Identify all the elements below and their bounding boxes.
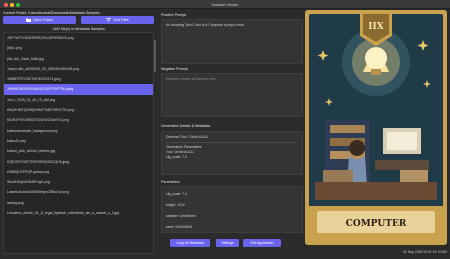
file-list-item[interactable]: jthe_the_Giant_Killer.jpg bbox=[4, 54, 153, 64]
generation-cfg-text: cfg_scale: 7.0 bbox=[166, 155, 187, 159]
file-list-item[interactable]: LaserbuB.amku0000kbhyoOR6uiCar.png bbox=[4, 187, 153, 197]
image-preview: IIX COMPUTER bbox=[305, 10, 447, 245]
param-row: height: 1216 bbox=[166, 203, 185, 207]
parameters-box[interactable]: cfg_scale: 7.0 height: 1216 sampler: Und… bbox=[161, 186, 303, 233]
folder-icon bbox=[26, 18, 31, 22]
file-list-item[interactable]: JW6BTRTOJSE7WYE0Z1NT1.jpeg bbox=[4, 74, 153, 84]
file-list-item[interactable]: K6QHHMTQKBQWHMYTNB7XRKCTKI.png bbox=[4, 105, 153, 115]
file-list-item[interactable]: KQEJE9TGBTTE0F05F6Q0DCQHS.jpeg bbox=[4, 157, 153, 167]
generation-details-box[interactable]: Detected Tool: Civitai AI1111 Generation… bbox=[161, 131, 303, 175]
divider bbox=[166, 142, 298, 143]
negative-prompt-label: Negative Prompt bbox=[161, 67, 188, 71]
file-list-item[interactable]: Joseyt.uffa_a0000015_03_2500161590185.pn… bbox=[4, 64, 153, 74]
param-row: sampler: Undefined bbox=[166, 214, 196, 218]
generation-details-label: Generation Details & Metadata bbox=[161, 124, 211, 128]
file-list-item[interactable]: lasring.png bbox=[4, 198, 153, 208]
sort-files-label: Sort Files bbox=[113, 18, 129, 22]
card-numeral: IIX bbox=[368, 22, 383, 32]
file-list[interactable]: JDFYWTYOZ6E9P6RQHU43PHR8D25.png jt0yt1.pn… bbox=[3, 32, 154, 254]
negative-prompt-box[interactable]: Negative prompt will appear here bbox=[161, 73, 303, 117]
file-list-item[interactable]: JDFYWTYOZ6E9P6RQHU43PHR8D25.png bbox=[4, 33, 153, 43]
file-list-item[interactable]: kashionaudrotte_background.png bbox=[4, 126, 153, 136]
file-list-item[interactable]: kalou41.png bbox=[4, 136, 153, 146]
status-timestamp: 02 Sep 2025 23:01:15 +0100 bbox=[403, 250, 447, 254]
positive-prompt-text: An Amazing Tarot Card of a Computer tryi… bbox=[166, 23, 244, 27]
parameters-label: Parameters bbox=[161, 180, 180, 184]
tarot-card-image: IIX COMPUTER bbox=[305, 10, 447, 245]
positive-prompt-box[interactable]: An Amazing Tarot Card of a Computer tryi… bbox=[161, 19, 303, 64]
settings-button[interactable]: Settings bbox=[216, 239, 239, 247]
param-row: seed: 940643604 bbox=[166, 225, 193, 229]
file-list-item[interactable]: SkzdE5ZyhoD5UEFzgK.png bbox=[4, 177, 153, 187]
open-folder-button[interactable]: Open Folder bbox=[3, 16, 76, 24]
param-row: cfg_scale: 7.0 bbox=[166, 192, 187, 196]
file-list-item[interactable]: JWHNFJKIC9HSVAHSCHJSTPVPT6U.jpeg bbox=[4, 84, 153, 95]
positive-prompt-label: Positive Prompt bbox=[161, 13, 187, 17]
file-list-item[interactable]: kolomi_pink_school_uniform.jpg bbox=[4, 146, 153, 156]
copy-metadata-button[interactable]: Copy All Metadata bbox=[170, 239, 210, 247]
file-list-item[interactable]: jt0yt1.png bbox=[4, 43, 153, 53]
sort-icon bbox=[106, 18, 112, 22]
window-titlebar: Dataset Viewer bbox=[0, 0, 450, 9]
exit-application-button[interactable]: Exit Application bbox=[243, 239, 281, 247]
card-title: COMPUTER bbox=[346, 219, 407, 229]
file-list-item[interactable]: K6JNYPGT1590DTEG4H2CHAHTG.png bbox=[4, 115, 153, 125]
current-folder-label: Current Folder: /Users/kushal/Downloads/… bbox=[3, 11, 100, 15]
file-list-item[interactable]: Leonardo_Anime_XL_A_regal_tightech_inter… bbox=[4, 208, 153, 218]
file-list-item[interactable]: Jun.1_2025_01_45_13_AM.png bbox=[4, 95, 153, 105]
detected-tool-text: Detected Tool: Civitai AI1111 bbox=[166, 135, 209, 139]
file-list-item[interactable]: KWIBQHYFPQP-gofwa.png bbox=[4, 167, 153, 177]
file-count-header: 1452 file(s) in Metadata Samples bbox=[52, 27, 105, 31]
file-list-scroll-thumb[interactable] bbox=[154, 40, 156, 72]
window-title: Dataset Viewer bbox=[211, 2, 239, 8]
open-folder-label: Open Folder bbox=[33, 18, 53, 22]
negative-prompt-placeholder: Negative prompt will appear here bbox=[166, 77, 216, 81]
sort-files-button[interactable]: Sort Files bbox=[81, 16, 154, 24]
